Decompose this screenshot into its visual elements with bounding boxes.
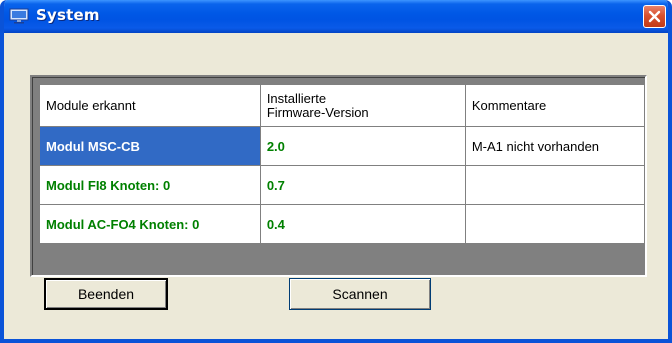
table-row[interactable]: Modul FI8 Knoten: 0 0.7 bbox=[39, 165, 646, 205]
dialog-client-area: Module erkannt Installierte Firmware-Ver… bbox=[4, 33, 668, 339]
column-header-module[interactable]: Module erkannt bbox=[39, 84, 261, 127]
scan-button[interactable]: Scannen bbox=[289, 278, 431, 310]
module-name-cell[interactable]: Modul FI8 Knoten: 0 bbox=[39, 165, 261, 205]
table-row[interactable]: Modul AC-FO4 Knoten: 0 0.4 bbox=[39, 204, 646, 244]
column-header-firmware[interactable]: Installierte Firmware-Version bbox=[259, 84, 466, 127]
firmware-version-cell[interactable]: 2.0 bbox=[259, 126, 466, 166]
comment-cell[interactable]: M-A1 nicht vorhanden bbox=[464, 126, 646, 166]
title-bar[interactable]: System bbox=[4, 0, 668, 33]
module-name-cell[interactable]: Modul MSC-CB bbox=[39, 126, 261, 166]
module-table: Module erkannt Installierte Firmware-Ver… bbox=[39, 84, 646, 244]
comment-cell[interactable] bbox=[464, 204, 646, 244]
table-row[interactable]: Modul MSC-CB 2.0 M-A1 nicht vorhanden bbox=[39, 126, 646, 166]
module-grid[interactable]: Module erkannt Installierte Firmware-Ver… bbox=[30, 75, 647, 277]
window-title: System bbox=[36, 6, 100, 24]
comment-cell[interactable] bbox=[464, 165, 646, 205]
column-header-comments[interactable]: Kommentare bbox=[464, 84, 646, 127]
close-button[interactable] bbox=[643, 5, 666, 28]
module-name-cell[interactable]: Modul AC-FO4 Knoten: 0 bbox=[39, 204, 261, 244]
system-dialog: System Module erkannt Installierte Firmw… bbox=[0, 0, 672, 343]
computer-monitor-icon bbox=[9, 8, 29, 24]
close-icon bbox=[648, 10, 661, 23]
firmware-version-cell[interactable]: 0.4 bbox=[259, 204, 466, 244]
quit-button[interactable]: Beenden bbox=[44, 278, 168, 310]
table-header-row: Module erkannt Installierte Firmware-Ver… bbox=[39, 84, 646, 127]
firmware-version-cell[interactable]: 0.7 bbox=[259, 165, 466, 205]
